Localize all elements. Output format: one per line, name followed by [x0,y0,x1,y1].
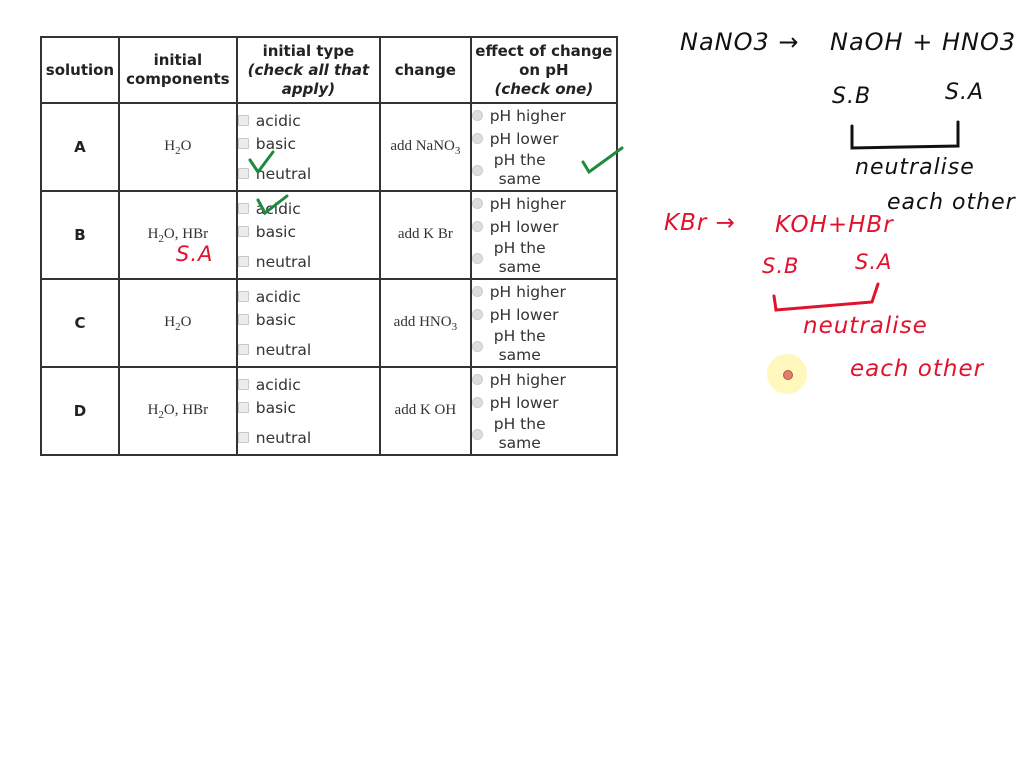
check-mark-row-a-type [248,150,275,175]
bracket-black [850,120,960,150]
bracket-red [772,282,880,312]
check-mark-row-b-type [256,194,289,216]
pen-cursor-icon [783,370,793,380]
check-mark-row-a-effect [581,146,624,175]
ink-overlay [248,120,960,312]
